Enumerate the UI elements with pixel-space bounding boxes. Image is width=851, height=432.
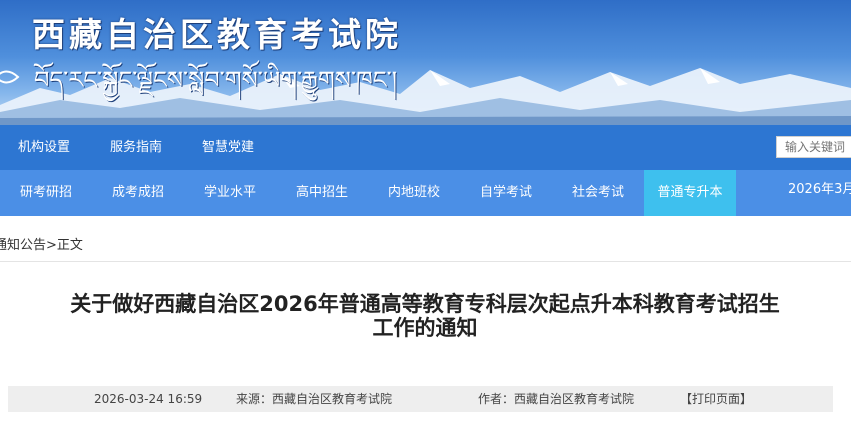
breadcrumb-current: 正文 [56, 238, 83, 253]
primary-nav: 机构设置 服务指南 智慧党建 [0, 125, 851, 170]
nav-item-social-exam[interactable]: 社会考试 [552, 170, 644, 216]
site-title: 西藏自治区教育考试院 [32, 15, 402, 54]
breadcrumb: 通知公告>正文 [0, 234, 83, 253]
nav-item-adult-exam[interactable]: 成考成招 [92, 170, 184, 216]
article-title: 关于做好西藏自治区2026年普通高等教育专科层次起点升本科教育考试招生 工作的通… [15, 292, 835, 340]
header-banner: 西藏自治区教育考试院 བོད་རང་སྐྱོང་ལྗོངས་སློབ་གསོ་ཡ… [0, 0, 851, 125]
divider [0, 261, 851, 262]
article-source: 来源：西藏自治区教育考试院 [236, 392, 393, 406]
nav-item-upgrade-exam[interactable]: 普通专升本 [644, 170, 736, 216]
site-title-tibetan: བོད་རང་སྐྱོང་ལྗོངས་སློབ་གསོ་ཡིག་རྒྱུགས་ཁ… [34, 66, 398, 94]
article-author: 作者：西藏自治区教育考试院 [478, 392, 635, 406]
current-date: 2026年3月 [788, 182, 851, 197]
nav-item-academic-level[interactable]: 学业水平 [184, 170, 276, 216]
breadcrumb-section[interactable]: 通知公告 [0, 238, 46, 253]
secondary-nav: 研考研招 成考成招 学业水平 高中招生 内地班校 自学考试 社会考试 普通专升本… [0, 170, 851, 216]
nav-item-organization[interactable]: 机构设置 [18, 125, 70, 170]
search-input[interactable] [776, 136, 851, 158]
breadcrumb-separator: > [46, 238, 57, 253]
emblem-icon [0, 70, 20, 84]
nav-item-inland-classes[interactable]: 内地班校 [368, 170, 460, 216]
article-title-line1: 关于做好西藏自治区2026年普通高等教育专科层次起点升本科教育考试招生 [70, 292, 780, 316]
print-page-link[interactable]: 【打印页面】 [680, 386, 752, 412]
article-meta-bar: 2026-03-24 16:59 来源：西藏自治区教育考试院 作者：西藏自治区教… [8, 386, 833, 412]
nav-item-graduate-exam[interactable]: 研考研招 [0, 170, 92, 216]
nav-item-party-building[interactable]: 智慧党建 [202, 125, 254, 170]
nav-item-high-school-admission[interactable]: 高中招生 [276, 170, 368, 216]
article-date: 2026-03-24 16:59 [94, 392, 203, 406]
nav-item-service-guide[interactable]: 服务指南 [110, 125, 162, 170]
article-title-line2: 工作的通知 [372, 316, 478, 340]
nav-item-self-study-exam[interactable]: 自学考试 [460, 170, 552, 216]
